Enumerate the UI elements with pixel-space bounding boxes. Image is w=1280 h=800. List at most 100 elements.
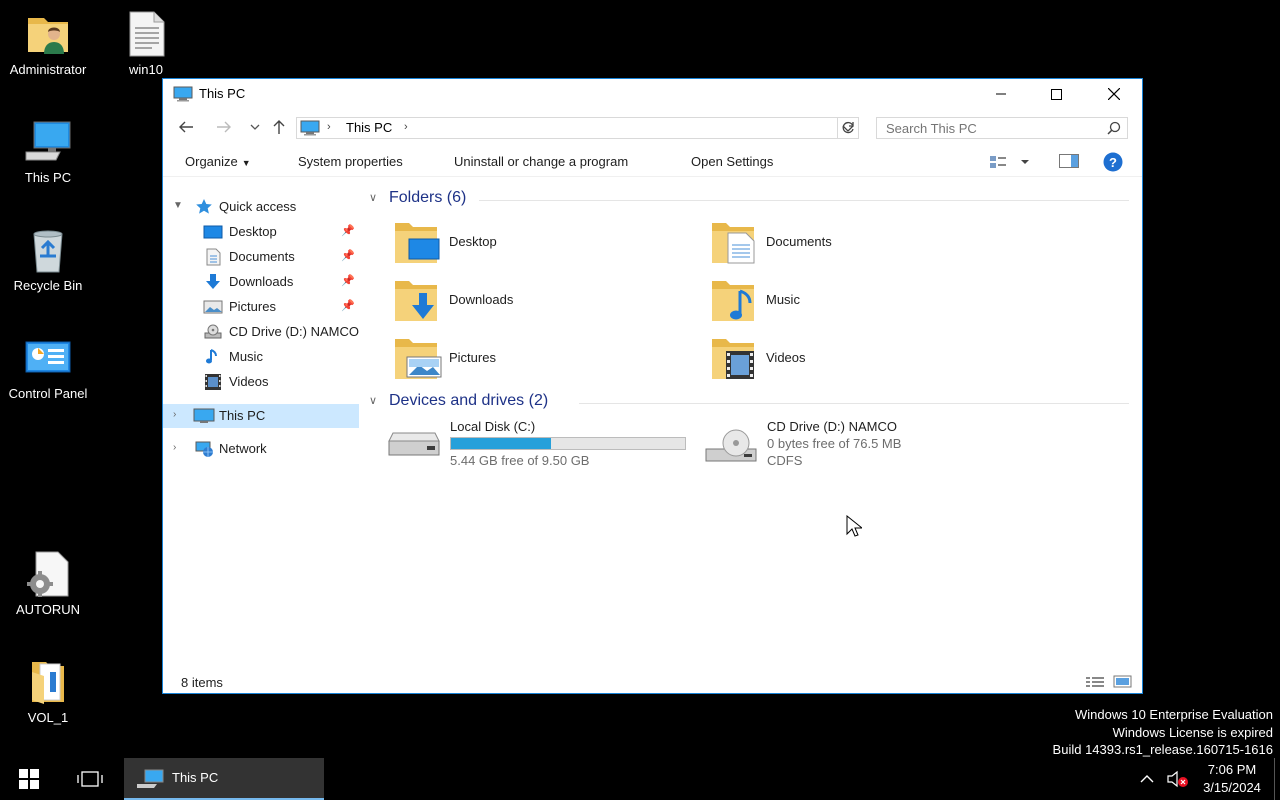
search-icon[interactable] bbox=[1107, 121, 1121, 138]
nav-label: This PC bbox=[219, 408, 266, 423]
computer-icon bbox=[173, 86, 193, 102]
show-desktop-button[interactable] bbox=[1274, 758, 1280, 800]
folder-tile-music[interactable]: Music bbox=[710, 277, 1010, 329]
windows-logo-icon bbox=[19, 769, 39, 789]
forward-button[interactable] bbox=[212, 115, 236, 139]
group-header-devices[interactable]: ∨ Devices and drives (2) bbox=[369, 392, 1129, 414]
drive-tile-local-disk[interactable]: Local Disk (C:) 5.44 GB free of 9.50 GB bbox=[387, 419, 707, 475]
pin-icon[interactable]: 📌 bbox=[341, 249, 355, 262]
system-properties-button[interactable]: System properties bbox=[298, 154, 403, 169]
desktop-icon-control-panel[interactable]: Control Panel bbox=[0, 334, 96, 402]
collapse-chevron-icon[interactable]: ∨ bbox=[369, 191, 377, 204]
collapse-chevron-icon[interactable]: ∨ bbox=[369, 394, 377, 407]
expand-chevron-icon[interactable]: › bbox=[173, 409, 176, 420]
uninstall-program-button[interactable]: Uninstall or change a program bbox=[454, 154, 628, 169]
nav-quick-access[interactable]: ▼ Quick access bbox=[163, 195, 359, 219]
nav-item-documents[interactable]: Documents 📌 bbox=[163, 245, 359, 269]
desktop-icon-vol-1[interactable]: VOL_1 bbox=[0, 658, 96, 726]
change-view-button[interactable] bbox=[989, 154, 1029, 173]
folder-tile-pictures[interactable]: Pictures bbox=[393, 335, 693, 387]
desktop-icon-win10[interactable]: win10 bbox=[98, 10, 194, 78]
nav-network[interactable]: › Network bbox=[163, 437, 359, 461]
nav-item-videos[interactable]: Videos bbox=[163, 370, 359, 394]
details-view-button[interactable] bbox=[1085, 675, 1105, 689]
group-divider bbox=[579, 403, 1129, 404]
desktop-icon-administrator[interactable]: Administrator bbox=[0, 10, 96, 78]
search-box[interactable] bbox=[876, 117, 1128, 139]
up-button[interactable] bbox=[267, 115, 291, 139]
address-bar[interactable]: › This PC › bbox=[296, 117, 859, 139]
close-button[interactable] bbox=[1091, 79, 1137, 109]
organize-menu[interactable]: Organize ▼ bbox=[185, 154, 251, 169]
recent-locations-button[interactable] bbox=[243, 115, 267, 139]
computer-icon bbox=[136, 769, 164, 789]
watermark-line: Windows License is expired bbox=[1112, 724, 1273, 740]
nav-label: Quick access bbox=[219, 199, 297, 214]
desktop-folder-icon bbox=[203, 223, 223, 241]
desktop-icon-autorun[interactable]: AUTORUN bbox=[0, 550, 96, 618]
pin-icon[interactable]: 📌 bbox=[341, 224, 355, 237]
settings-file-icon bbox=[24, 550, 72, 598]
watermark-line: Windows 10 Enterprise Evaluation bbox=[1075, 707, 1273, 722]
expand-chevron-icon[interactable]: › bbox=[173, 442, 176, 453]
start-button[interactable] bbox=[0, 758, 58, 800]
drive-name: Local Disk (C:) bbox=[450, 419, 536, 434]
film-strip-icon bbox=[203, 373, 223, 391]
clock[interactable]: 7:06 PM 3/15/2024 bbox=[1196, 761, 1268, 797]
minimize-button[interactable] bbox=[978, 79, 1024, 109]
clock-time: 7:06 PM bbox=[1207, 762, 1257, 777]
nav-item-cd-drive[interactable]: CD Drive (D:) NAMCO bbox=[163, 320, 359, 344]
breadcrumb-chevron-icon[interactable]: › bbox=[404, 121, 408, 133]
breadcrumb-this-pc[interactable]: This PC bbox=[346, 120, 392, 135]
chevron-up-icon bbox=[1140, 775, 1154, 783]
large-icons-view-button[interactable] bbox=[1113, 675, 1133, 689]
nav-label: Desktop bbox=[229, 224, 277, 239]
back-button[interactable] bbox=[174, 115, 198, 139]
group-header-label: Folders (6) bbox=[389, 189, 467, 206]
maximize-button[interactable] bbox=[1033, 79, 1079, 109]
desktop-folder-icon bbox=[393, 219, 443, 265]
help-button[interactable]: ? bbox=[1103, 152, 1123, 175]
group-header-folders[interactable]: ∨ Folders (6) bbox=[369, 189, 1129, 211]
task-view-button[interactable] bbox=[66, 758, 114, 800]
computer-icon bbox=[300, 120, 320, 136]
clock-date: 3/15/2024 bbox=[1203, 780, 1261, 795]
refresh-button[interactable] bbox=[837, 117, 859, 139]
taskbar: This PC 7:06 PM 3/15/2024 bbox=[0, 758, 1280, 800]
desktop-icon-recycle-bin[interactable]: Recycle Bin bbox=[0, 226, 96, 294]
nav-item-desktop[interactable]: Desktop 📌 bbox=[163, 220, 359, 244]
preview-pane-button[interactable] bbox=[1059, 154, 1079, 171]
drive-tile-cd-drive[interactable]: CD Drive (D:) NAMCO 0 bytes free of 76.5… bbox=[704, 419, 1024, 475]
nav-item-pictures[interactable]: Pictures 📌 bbox=[163, 295, 359, 319]
search-input[interactable] bbox=[877, 118, 1087, 138]
collapse-chevron-icon[interactable]: ▼ bbox=[173, 200, 183, 211]
desktop-icon-this-pc[interactable]: This PC bbox=[0, 118, 96, 186]
text-file-icon bbox=[122, 10, 170, 58]
music-folder-icon bbox=[710, 277, 760, 323]
nav-label: Music bbox=[229, 349, 263, 364]
pin-icon[interactable]: 📌 bbox=[341, 299, 355, 312]
nav-this-pc[interactable]: › This PC bbox=[163, 404, 359, 428]
pictures-folder-icon bbox=[393, 335, 443, 381]
star-icon bbox=[195, 198, 215, 216]
task-view-icon bbox=[77, 771, 103, 787]
mouse-pointer-icon bbox=[846, 515, 862, 537]
title-bar[interactable]: This PC bbox=[163, 79, 1142, 109]
folder-tile-downloads[interactable]: Downloads bbox=[393, 277, 693, 329]
open-settings-button[interactable]: Open Settings bbox=[691, 154, 773, 169]
explorer-window: This PC › This PC › Search This PC Organ… bbox=[162, 78, 1143, 694]
large-icons-view-icon bbox=[1113, 675, 1132, 688]
folder-icon bbox=[24, 658, 72, 706]
taskbar-app-this-pc[interactable]: This PC bbox=[124, 758, 324, 800]
folder-tile-desktop[interactable]: Desktop bbox=[393, 219, 693, 271]
nav-item-downloads[interactable]: Downloads 📌 bbox=[163, 270, 359, 294]
breadcrumb-chevron-icon[interactable]: › bbox=[327, 121, 331, 133]
folder-tile-videos[interactable]: Videos bbox=[710, 335, 1010, 387]
nav-item-music[interactable]: Music bbox=[163, 345, 359, 369]
cd-drive-icon bbox=[203, 323, 223, 341]
pin-icon[interactable]: 📌 bbox=[341, 274, 355, 287]
show-hidden-icons-button[interactable] bbox=[1138, 770, 1156, 788]
folder-tile-documents[interactable]: Documents bbox=[710, 219, 1010, 271]
volume-button[interactable] bbox=[1166, 770, 1190, 788]
nav-label: Documents bbox=[229, 249, 295, 264]
